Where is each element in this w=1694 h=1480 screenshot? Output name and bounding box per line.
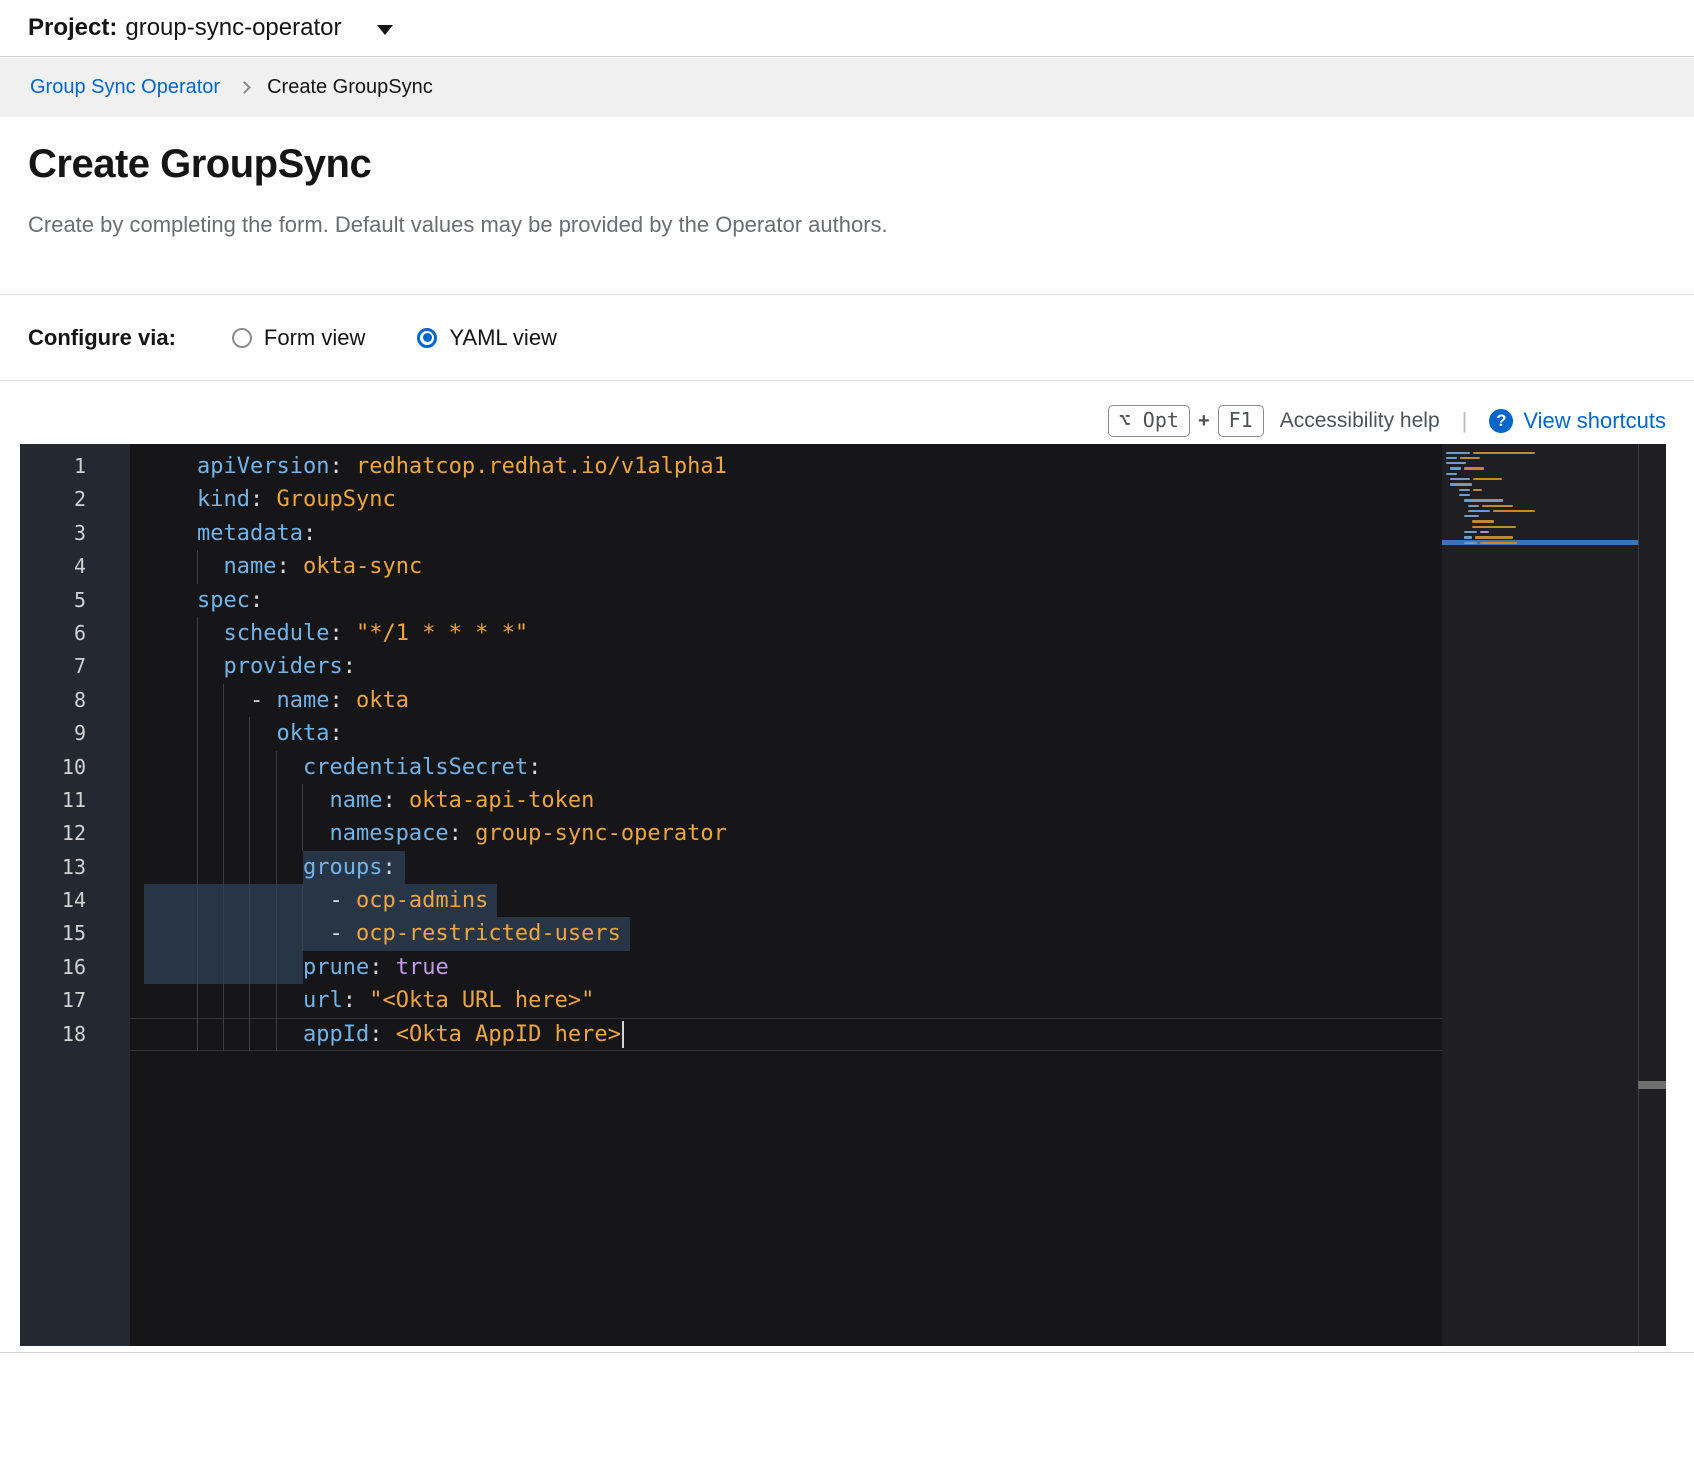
code-line[interactable]: - ocp-restricted-users <box>130 917 1442 950</box>
radio-form-view[interactable]: Form view <box>232 325 365 351</box>
code-text: prune: true <box>130 955 449 980</box>
chevron-right-icon <box>238 81 251 94</box>
radio-yaml-view[interactable]: YAML view <box>417 325 557 351</box>
line-number[interactable]: 18 <box>20 1018 130 1051</box>
code-text: groups: <box>130 855 396 880</box>
divider <box>0 1352 1694 1353</box>
code-line[interactable]: apiVersion: redhatcop.redhat.io/v1alpha1 <box>130 450 1442 483</box>
code-text: name: okta-api-token <box>130 788 594 813</box>
editor-gutter: 123456789101112131415161718 <box>20 444 130 1346</box>
line-number[interactable]: 13 <box>20 851 130 884</box>
radio-label-yaml-view: YAML view <box>449 325 557 351</box>
minimap[interactable] <box>1442 444 1638 1346</box>
project-selector[interactable]: Project: group-sync-operator <box>0 0 1694 57</box>
code-line[interactable]: credentialsSecret: <box>130 751 1442 784</box>
page-title: Create GroupSync <box>28 142 371 187</box>
code-text: spec: <box>130 588 263 613</box>
kbd-plus: + <box>1198 410 1210 433</box>
code-text: metadata: <box>130 521 316 546</box>
code-line[interactable]: name: okta-api-token <box>130 784 1442 817</box>
project-value: group-sync-operator <box>125 14 341 42</box>
line-number[interactable]: 1 <box>20 450 130 483</box>
code-text: - name: okta <box>130 688 409 713</box>
code-line[interactable]: - name: okta <box>130 684 1442 717</box>
line-number[interactable]: 17 <box>20 984 130 1017</box>
line-number[interactable]: 3 <box>20 517 130 550</box>
page-subtitle: Create by completing the form. Default v… <box>28 212 888 238</box>
code-line[interactable]: name: okta-sync <box>130 550 1442 583</box>
yaml-editor[interactable]: 123456789101112131415161718 apiVersion: … <box>20 444 1666 1346</box>
code-text: credentialsSecret: <box>130 755 541 780</box>
code-line[interactable]: - ocp-admins <box>130 884 1442 917</box>
code-text: providers: <box>130 654 356 679</box>
line-number[interactable]: 4 <box>20 550 130 583</box>
code-line[interactable]: spec: <box>130 584 1442 617</box>
code-text: appId: <Okta AppID here> <box>130 1022 621 1047</box>
code-text: namespace: group-sync-operator <box>130 821 727 846</box>
text-cursor <box>622 1021 624 1048</box>
line-number[interactable]: 2 <box>20 483 130 516</box>
code-text: - ocp-restricted-users <box>130 921 621 946</box>
radio-circle-checked[interactable] <box>417 328 437 348</box>
code-line[interactable]: appId: <Okta AppID here> <box>130 1018 1442 1051</box>
code-text: name: okta-sync <box>130 554 422 579</box>
radio-circle-unchecked[interactable] <box>232 328 252 348</box>
help-icon: ? <box>1489 409 1513 433</box>
code-text: kind: GroupSync <box>130 487 396 512</box>
code-line[interactable]: groups: <box>130 851 1442 884</box>
line-number[interactable]: 6 <box>20 617 130 650</box>
line-number[interactable]: 14 <box>20 884 130 917</box>
yaml-editor-toolbar: ⌥ Opt + F1 Accessibility help | ? View s… <box>1108 400 1666 442</box>
code-text: schedule: "*/1 * * * *" <box>130 621 528 646</box>
scrollbar-handle[interactable] <box>1638 1081 1666 1089</box>
line-number[interactable]: 16 <box>20 951 130 984</box>
breadcrumb-link-group-sync-operator[interactable]: Group Sync Operator <box>30 76 220 99</box>
code-area[interactable]: apiVersion: redhatcop.redhat.io/v1alpha1… <box>130 450 1442 1051</box>
project-label: Project: <box>28 14 117 42</box>
code-line[interactable]: namespace: group-sync-operator <box>130 817 1442 850</box>
line-number[interactable]: 9 <box>20 717 130 750</box>
kbd-opt: ⌥ Opt <box>1108 405 1190 437</box>
line-number[interactable]: 8 <box>20 684 130 717</box>
code-line[interactable]: url: "<Okta URL here>" <box>130 984 1442 1017</box>
configure-via-label: Configure via: <box>28 325 176 351</box>
toolbar-separator: | <box>1462 408 1468 434</box>
line-number[interactable]: 7 <box>20 650 130 683</box>
code-line[interactable]: okta: <box>130 717 1442 750</box>
kbd-f1: F1 <box>1218 405 1264 437</box>
breadcrumb: Group Sync Operator Create GroupSync <box>0 58 1694 117</box>
code-text: apiVersion: redhatcop.redhat.io/v1alpha1 <box>130 454 727 479</box>
code-text: url: "<Okta URL here>" <box>130 988 594 1013</box>
line-number[interactable]: 10 <box>20 751 130 784</box>
code-text: okta: <box>130 721 343 746</box>
view-shortcuts-link[interactable]: ? View shortcuts <box>1489 408 1666 434</box>
line-number[interactable]: 5 <box>20 584 130 617</box>
code-line[interactable]: metadata: <box>130 517 1442 550</box>
line-number[interactable]: 15 <box>20 917 130 950</box>
accessibility-help-label: Accessibility help <box>1280 409 1440 433</box>
code-line[interactable]: kind: GroupSync <box>130 483 1442 516</box>
code-text: - ocp-admins <box>130 888 488 913</box>
code-line[interactable]: schedule: "*/1 * * * *" <box>130 617 1442 650</box>
view-shortcuts-label: View shortcuts <box>1523 408 1666 434</box>
configure-via-row: Configure via: Form view YAML view <box>0 295 1694 381</box>
code-line[interactable]: prune: true <box>130 951 1442 984</box>
line-number[interactable]: 11 <box>20 784 130 817</box>
code-line[interactable]: providers: <box>130 650 1442 683</box>
breadcrumb-current: Create GroupSync <box>267 76 433 99</box>
caret-down-icon <box>377 25 393 35</box>
line-number[interactable]: 12 <box>20 817 130 850</box>
scrollbar-track[interactable] <box>1639 444 1666 1346</box>
radio-label-form-view: Form view <box>264 325 365 351</box>
